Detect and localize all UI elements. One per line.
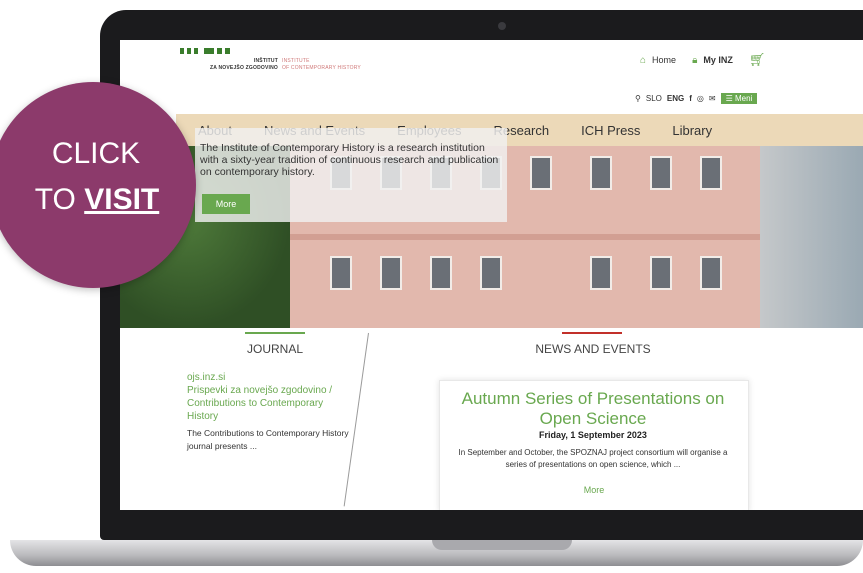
badge-text-visit[interactable]: TO VISIT bbox=[14, 183, 180, 217]
laptop-screen: INŠTITUT ZA NOVEJŠO ZGODOVINO INSTITUTE … bbox=[120, 40, 863, 510]
laptop-notch bbox=[432, 540, 572, 550]
camera-dot bbox=[498, 22, 506, 30]
menu-button[interactable]: ☰ Meni bbox=[720, 93, 758, 104]
journal-description: The Contributions to Contemporary Histor… bbox=[187, 428, 349, 451]
journal-heading: JOURNAL bbox=[246, 342, 303, 356]
news-card-more-link[interactable]: More bbox=[570, 485, 618, 495]
logo-english-text[interactable]: INSTITUTE OF CONTEMPORARY HISTORY bbox=[282, 58, 382, 72]
news-card-date: Friday, 1 September 2023 bbox=[539, 430, 647, 440]
home-link[interactable]: Home bbox=[652, 55, 676, 65]
hero-more-button[interactable]: More bbox=[202, 194, 250, 214]
facebook-icon[interactable]: f bbox=[689, 94, 692, 103]
instagram-icon[interactable]: ◎ bbox=[697, 94, 704, 103]
journal-rule bbox=[245, 332, 305, 334]
home-icon[interactable]: ⌂ bbox=[640, 55, 646, 66]
basket-icon[interactable]: 🛒︎ bbox=[749, 52, 766, 68]
hero-right-building bbox=[760, 146, 863, 328]
news-card-text: In September and October, the SPOZNAJ pr… bbox=[458, 448, 728, 469]
my-inz-link[interactable]: My INZ bbox=[703, 55, 733, 65]
journal-link-title-1[interactable]: Prispevki za novejšo zgodovino / bbox=[187, 385, 332, 397]
logo-slovene-text[interactable]: INŠTITUT ZA NOVEJŠO ZGODOVINO bbox=[172, 58, 278, 72]
badge-text-click[interactable]: CLICK bbox=[26, 137, 166, 171]
news-rule bbox=[562, 332, 622, 334]
lang-eng[interactable]: ENG bbox=[667, 94, 684, 103]
hero-text: The Institute of Contemporary History is… bbox=[200, 142, 499, 178]
badge-visit-word[interactable]: VISIT bbox=[84, 183, 159, 216]
journal-link-ojs[interactable]: ojs.inz.si bbox=[187, 372, 225, 384]
search-icon[interactable]: ⚲ bbox=[635, 94, 641, 103]
site-logo-bars[interactable] bbox=[180, 48, 230, 54]
news-card-title[interactable]: Autumn Series of Presentations on Open S… bbox=[442, 389, 744, 429]
journal-link-title-2[interactable]: Contributions to Contemporary bbox=[187, 398, 323, 410]
news-heading: NEWS AND EVENTS bbox=[535, 342, 651, 356]
nav-item-ich-press[interactable]: ICH Press bbox=[581, 123, 640, 138]
lang-slo[interactable]: SLO bbox=[646, 94, 662, 103]
lock-icon[interactable]: 🔒︎ bbox=[692, 55, 697, 66]
column-divider bbox=[343, 332, 369, 507]
top-links: ⌂ Home 🔒︎ My INZ 🛒︎ bbox=[640, 52, 765, 68]
language-bar: ⚲ SLO ENG f ◎ ✉ ☰ Meni bbox=[635, 93, 758, 104]
nav-item-library[interactable]: Library bbox=[672, 123, 712, 138]
journal-link-title-3[interactable]: History bbox=[187, 411, 218, 423]
email-icon[interactable]: ✉ bbox=[709, 94, 716, 103]
